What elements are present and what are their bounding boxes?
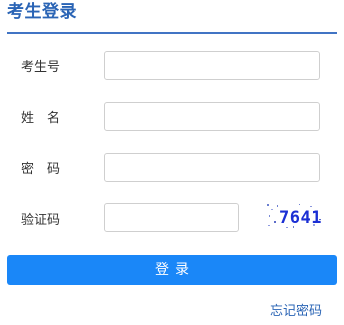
- title-divider: [7, 32, 337, 34]
- candidate-number-label: 考生号: [21, 60, 61, 75]
- login-panel: 考生登录 考生号 姓 名 密 码 验证码 7641 登录 忘记密码: [0, 0, 344, 325]
- captcha-label: 验证码: [21, 213, 61, 228]
- name-label: 姓 名: [21, 111, 61, 126]
- page-title: 考生登录: [7, 2, 77, 22]
- captcha-input[interactable]: [104, 203, 239, 232]
- captcha-image[interactable]: 7641: [266, 202, 322, 230]
- captcha-text: 7641: [279, 208, 322, 228]
- password-label: 密 码: [21, 162, 61, 177]
- password-input[interactable]: [104, 153, 320, 182]
- forgot-password-link[interactable]: 忘记密码: [270, 303, 322, 321]
- name-input[interactable]: [104, 102, 320, 131]
- candidate-number-input[interactable]: [104, 51, 320, 80]
- login-button[interactable]: 登录: [7, 255, 337, 285]
